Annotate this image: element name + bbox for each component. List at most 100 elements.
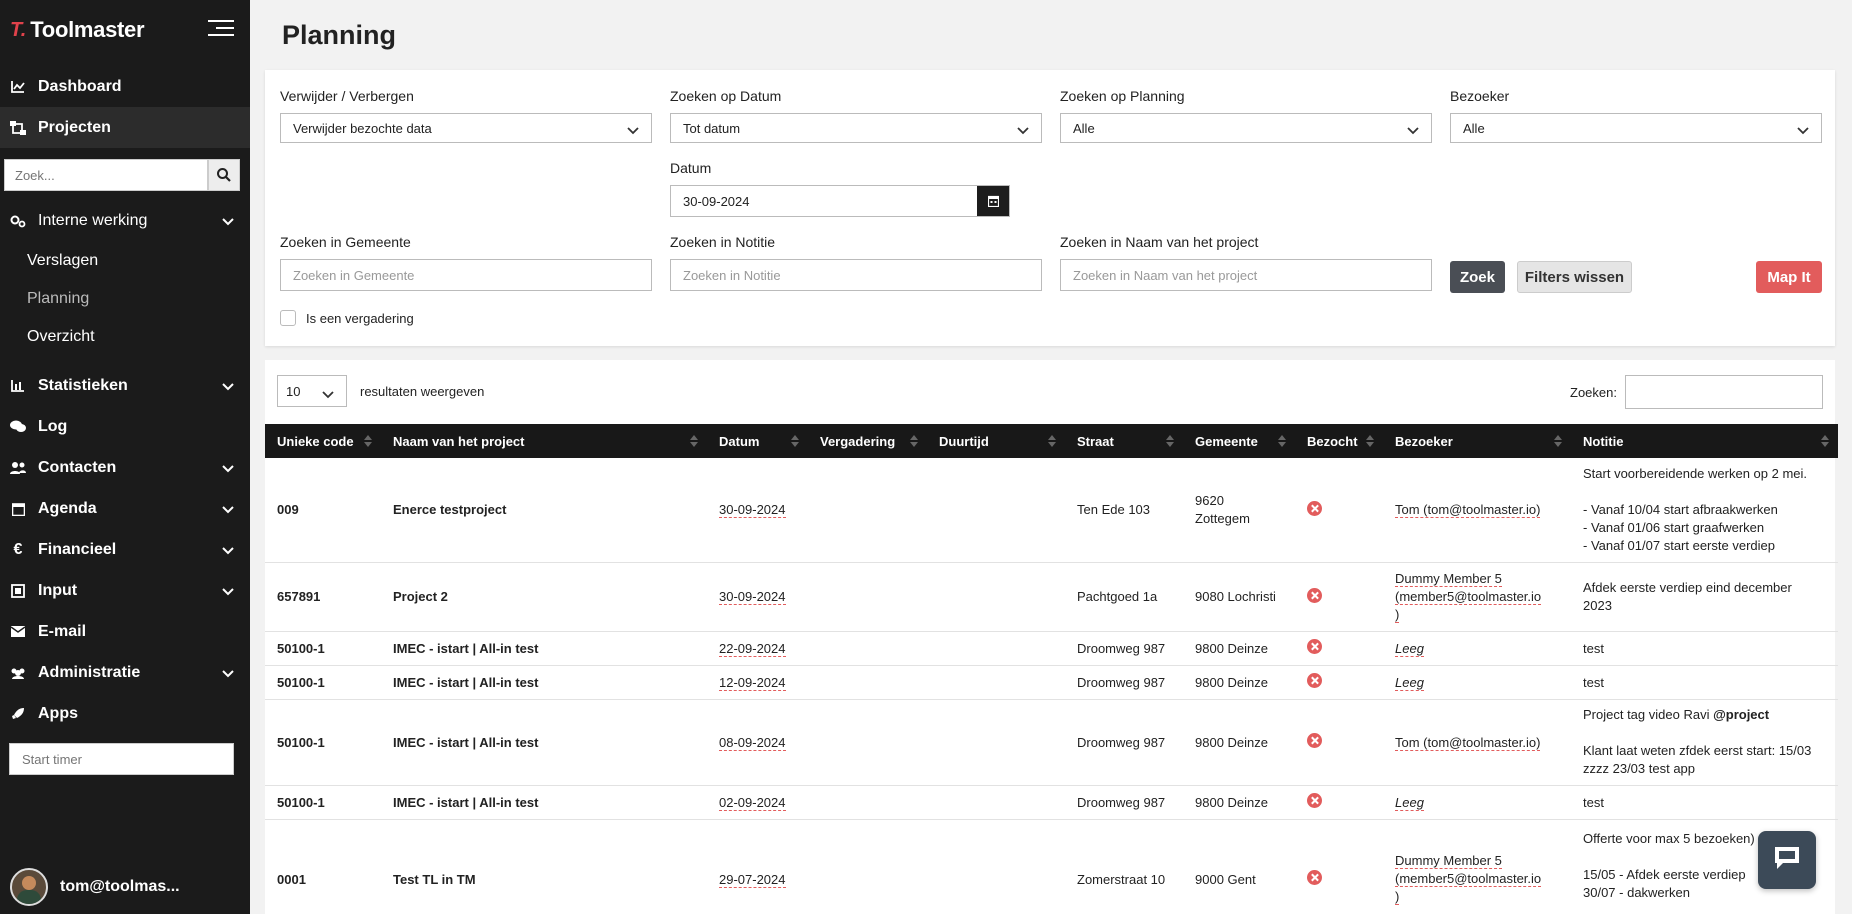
cell-vergadering <box>808 785 927 820</box>
table-row[interactable]: 0001 Test TL in TM 29-07-2024 Zomerstraa… <box>265 819 1838 914</box>
nav-contacten[interactable]: Contacten <box>0 447 250 488</box>
user-profile[interactable]: tom@toolmas... <box>10 868 180 906</box>
nav-input[interactable]: Input <box>0 570 250 611</box>
note-line: Afdek eerste verdiep eind december <box>1583 579 1792 595</box>
note-line: zzzz 23/03 test app <box>1583 761 1696 776</box>
sidebar-search-input[interactable] <box>4 159 208 191</box>
date-link[interactable]: 30-09-2024 <box>719 589 786 605</box>
note-line: Start voorbereidende werken op 2 mei. <box>1583 465 1808 481</box>
datum-filter-select[interactable]: Tot datum <box>670 113 1042 143</box>
sidebar-search <box>4 159 240 191</box>
column-header-vergadering[interactable]: Vergadering <box>808 424 927 458</box>
nav-apps[interactable]: Apps <box>0 693 250 734</box>
nav-agenda[interactable]: Agenda <box>0 488 250 529</box>
cell-bezocht <box>1295 819 1383 914</box>
cell-duurtijd <box>927 665 1065 700</box>
header-label: Duurtijd <box>939 433 989 449</box>
nav-administratie-label: Administratie <box>38 663 141 681</box>
filters-wissen-button[interactable]: Filters wissen <box>1517 261 1632 293</box>
column-header-notitie[interactable]: Notitie <box>1571 424 1838 458</box>
projectnaam-input[interactable]: Zoeken in Naam van het project <box>1060 259 1432 291</box>
date-link[interactable]: 08-09-2024 <box>719 734 786 751</box>
chevron-down-icon <box>222 542 234 560</box>
chevron-down-icon <box>1407 123 1419 138</box>
table-row[interactable]: 009 Enerce testproject 30-09-2024 Ten Ed… <box>265 458 1838 563</box>
date-link[interactable]: 12-09-2024 <box>719 674 786 691</box>
not-visited-icon <box>1307 639 1322 654</box>
map-it-button[interactable]: Map It <box>1756 261 1822 293</box>
bezoeker-empty[interactable]: Leeg <box>1395 674 1424 691</box>
page-length-select[interactable]: 10 <box>277 375 347 407</box>
zoek-button[interactable]: Zoek <box>1450 261 1505 293</box>
planning-filter-select[interactable]: Alle <box>1060 113 1432 143</box>
nav-financieel[interactable]: € Financieel <box>0 529 250 570</box>
gemeente-input[interactable]: Zoeken in Gemeente <box>280 259 652 291</box>
chat-widget-button[interactable] <box>1758 831 1816 889</box>
nav-agenda-label: Agenda <box>38 499 97 517</box>
column-header-bezocht[interactable]: Bezocht <box>1295 424 1383 458</box>
page-length-value: 10 <box>286 383 301 399</box>
nav-planning[interactable]: Planning <box>27 290 89 308</box>
notitie-label: Zoeken in Notitie <box>670 234 776 250</box>
date-label: Datum <box>670 160 712 176</box>
column-header-naam[interactable]: Naam van het project <box>381 424 707 458</box>
column-header-bezoeker[interactable]: Bezoeker <box>1383 424 1571 458</box>
table-row[interactable]: 50100-1 IMEC - istart | All-in test 02-0… <box>265 785 1838 820</box>
menu-toggle-icon[interactable] <box>208 20 234 40</box>
nav-administratie[interactable]: Administratie <box>0 652 250 693</box>
date-field[interactable]: 30-09-2024 <box>670 185 1010 217</box>
cell-notitie: Start voorbereidende werken op 2 mei. - … <box>1571 458 1838 563</box>
notitie-input[interactable]: Zoeken in Notitie <box>670 259 1042 291</box>
nav-input-label: Input <box>38 581 78 599</box>
note-line <box>1583 724 1838 742</box>
table-row[interactable]: 657891 Project 2 30-09-2024 Pachtgoed 1a… <box>265 562 1838 632</box>
column-header-duurtijd[interactable]: Duurtijd <box>927 424 1065 458</box>
note-line: Klant laat weten zfdek eerst start: 15/0… <box>1583 743 1812 758</box>
table-row[interactable]: 50100-1 IMEC - istart | All-in test 08-0… <box>265 699 1838 786</box>
table-row[interactable]: 50100-1 IMEC - istart | All-in test 22-0… <box>265 631 1838 666</box>
nav-statistieken[interactable]: Statistieken <box>0 365 250 406</box>
nav-log[interactable]: Log <box>0 406 250 447</box>
gemeente-line: 9620 <box>1195 492 1224 508</box>
sort-icon <box>1821 435 1829 447</box>
bezoeker-empty[interactable]: Leeg <box>1395 794 1424 811</box>
bezoeker-empty[interactable]: Leeg <box>1395 640 1424 657</box>
nav-verslagen[interactable]: Verslagen <box>27 252 98 270</box>
bezoeker-link[interactable]: Tom (tom@toolmaster.io) <box>1395 502 1541 519</box>
date-link[interactable]: 02-09-2024 <box>719 794 786 811</box>
cell-duurtijd <box>927 631 1065 666</box>
date-link[interactable]: 29-07-2024 <box>719 871 786 888</box>
column-header-code[interactable]: Unieke code <box>265 424 381 458</box>
chevron-down-icon <box>1017 123 1029 138</box>
note-line: - Vanaf 10/04 start afbraakwerken <box>1583 501 1778 517</box>
date-link[interactable]: 22-09-2024 <box>719 640 786 657</box>
bezoeker-link[interactable]: Tom (tom@toolmaster.io) <box>1395 734 1541 751</box>
bezoeker-link[interactable]: Dummy Member 5 (member5@toolmaster.io) <box>1395 570 1542 623</box>
nav-dashboard[interactable]: Dashboard <box>0 66 250 107</box>
vergadering-checkbox[interactable]: Is een vergadering <box>280 310 414 326</box>
sort-icon <box>690 435 698 447</box>
nav-interne-werking[interactable]: Interne werking <box>0 200 250 241</box>
table-row[interactable]: 50100-1 IMEC - istart | All-in test 12-0… <box>265 665 1838 700</box>
nav-overzicht[interactable]: Overzicht <box>27 328 95 346</box>
sort-icon <box>1554 435 1562 447</box>
rocket-icon <box>10 706 26 722</box>
column-header-gemeente[interactable]: Gemeente <box>1183 424 1295 458</box>
nav-email[interactable]: E-mail <box>0 611 250 652</box>
project-tag[interactable]: @project <box>1713 707 1769 722</box>
nav-projecten[interactable]: Projecten <box>0 107 250 148</box>
start-timer-input[interactable] <box>9 743 234 775</box>
column-header-straat[interactable]: Straat <box>1065 424 1183 458</box>
bezoeker-link[interactable]: Dummy Member 5 (member5@toolmaster.io) <box>1395 853 1542 905</box>
date-link[interactable]: 30-09-2024 <box>719 502 786 519</box>
bar-chart-icon <box>10 378 26 394</box>
comments-icon <box>10 419 26 435</box>
nav-interne-werking-label: Interne werking <box>38 211 148 229</box>
table-search-input[interactable] <box>1625 375 1823 409</box>
cell-vergadering <box>808 562 927 632</box>
verwijder-select[interactable]: Verwijder bezochte data <box>280 113 652 143</box>
bezoeker-filter-select[interactable]: Alle <box>1450 113 1822 143</box>
search-icon[interactable] <box>208 159 240 191</box>
calendar-icon[interactable] <box>977 186 1009 216</box>
column-header-datum[interactable]: Datum <box>707 424 808 458</box>
